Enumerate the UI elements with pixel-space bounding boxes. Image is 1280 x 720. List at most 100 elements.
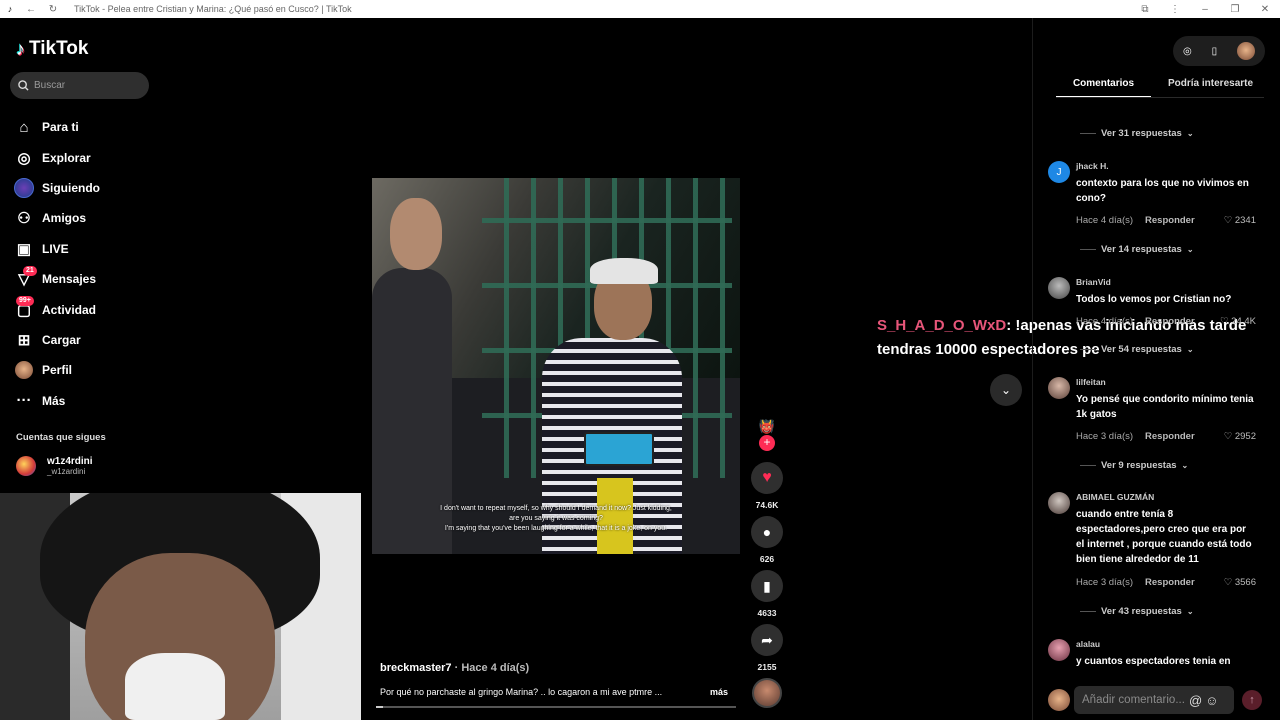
comment-like-button[interactable]: ♡ 24.4K (1220, 316, 1256, 327)
video-player[interactable]: I don't want to repeat myself, so why sh… (372, 178, 740, 554)
sidebar-item-perfil[interactable]: Perfil (14, 355, 100, 385)
follow-plus-icon[interactable]: + (759, 435, 775, 451)
view-replies-button[interactable]: Ver 14 respuestas ⌄ (1080, 244, 1194, 255)
mobile-icon[interactable]: ▯ (1212, 46, 1218, 57)
video-author[interactable]: breckmaster7 (380, 662, 452, 674)
comment-author[interactable]: ABIMAEL GUZMÁN (1076, 492, 1154, 502)
reply-button[interactable]: Responder (1145, 215, 1195, 226)
creator-avatar[interactable]: 👹 + (758, 418, 776, 451)
comment-like-button[interactable]: ♡ 2341 (1224, 215, 1256, 226)
sidebar-item-mensajes[interactable]: ▽ 21 Mensajes (14, 264, 100, 294)
comment-item: alalau y cuantos espectadores tenia en (1048, 639, 1258, 675)
following-account[interactable]: w1z4rdini _w1zardini (16, 456, 93, 476)
comment-like-count: 2952 (1234, 431, 1256, 442)
share-action[interactable]: ➦ 2155 (751, 624, 783, 672)
panel-tabs: Comentarios Podría interesarte (1056, 78, 1264, 98)
reply-button[interactable]: Responder (1145, 577, 1195, 588)
video-progress-bar[interactable] (376, 706, 736, 708)
sidebar-item-actividad[interactable]: ▢ 99+ Actividad (14, 294, 100, 324)
comment-avatar[interactable] (1048, 377, 1070, 399)
comment-author[interactable]: BrianVid (1076, 277, 1111, 287)
window-controls: ⧉ ⋮ – ❐ ✕ (1130, 0, 1280, 18)
compass-small-icon[interactable]: ◎ (1183, 46, 1192, 57)
sidebar-nav: ⌂ Para ti ◎ Explorar Siguiendo ⚇ Amigos … (14, 112, 100, 416)
webcam-overlay (0, 493, 361, 720)
author-separator: · (451, 662, 462, 674)
heart-outline-icon: ♡ (1220, 316, 1229, 327)
tiktok-logo[interactable]: ♪ TikTok (16, 38, 88, 60)
close-icon[interactable]: ✕ (1250, 4, 1280, 15)
replies-dash (1080, 465, 1096, 466)
chevron-down-icon: ⌄ (1186, 245, 1194, 254)
save-action[interactable]: ▮ 4633 (751, 570, 783, 618)
subtitle-line: I'm saying that you've been laughing for… (444, 525, 668, 532)
like-action[interactable]: ♥ 74.6K (751, 462, 783, 510)
sidebar-item-amigos[interactable]: ⚇ Amigos (14, 203, 100, 233)
minimize-icon[interactable]: – (1190, 4, 1220, 15)
sidebar-item-label: Más (42, 393, 66, 408)
tab-podria-interesarte[interactable]: Podría interesarte (1168, 78, 1253, 98)
sidebar-item-para-ti[interactable]: ⌂ Para ti (14, 112, 100, 142)
share-arrow-icon[interactable]: ➦ (751, 624, 783, 656)
composer-avatar (1048, 689, 1070, 711)
comment-time: Hace 4 día(s) (1076, 215, 1134, 226)
restore-icon[interactable]: ❐ (1220, 4, 1250, 15)
tab-underline (1056, 97, 1264, 98)
comment-author[interactable]: jhack H. (1076, 161, 1109, 171)
view-replies-button[interactable]: Ver 43 respuestas ⌄ (1080, 606, 1194, 617)
video-phone (584, 432, 654, 466)
following-avatar-icon (14, 177, 34, 198)
menu-dots-icon[interactable]: ⋮ (1160, 4, 1190, 15)
back-arrow-icon[interactable]: ← (24, 4, 38, 15)
video-progress-fill (376, 706, 384, 708)
comment-author[interactable]: alalau (1076, 639, 1100, 649)
replies-dash (1080, 611, 1096, 612)
heart-icon[interactable]: ♥ (751, 462, 783, 494)
comment-avatar[interactable] (1048, 277, 1070, 299)
comment-bubble-icon[interactable]: ● (751, 516, 783, 548)
reply-button[interactable]: Responder (1145, 431, 1195, 442)
comment-action[interactable]: ● 626 (751, 516, 783, 564)
comment-avatar[interactable]: J (1048, 161, 1070, 183)
user-avatar[interactable] (1237, 42, 1256, 60)
home-icon: ⌂ (19, 118, 29, 136)
like-count: 74.6K (755, 500, 779, 510)
sidebar-item-mas[interactable]: ··· Más (14, 386, 100, 416)
comment-item: J jhack H. contexto para los que no vivi… (1048, 161, 1258, 231)
emoji-icon[interactable]: ☺ (1205, 693, 1218, 708)
comment-input-box[interactable]: @ ☺ (1074, 686, 1234, 714)
scroll-down-button[interactable]: ⌄ (990, 374, 1022, 406)
view-replies-button[interactable]: Ver 31 respuestas ⌄ (1080, 128, 1194, 139)
sidebar-item-cargar[interactable]: ⊞ Cargar (14, 325, 100, 355)
comment-like-button[interactable]: ♡ 3566 (1224, 577, 1256, 588)
extensions-icon[interactable]: ⧉ (1130, 4, 1160, 15)
sidebar-item-siguiendo[interactable]: Siguiendo (14, 173, 100, 203)
comment-input[interactable] (1082, 694, 1186, 706)
comment-like-count: 24.4K (1231, 316, 1256, 327)
comment-author[interactable]: lilfeitan (1076, 377, 1106, 387)
comment-like-button[interactable]: ♡ 2952 (1224, 431, 1256, 442)
search-input[interactable] (34, 80, 144, 91)
sidebar-item-explorar[interactable]: ◎ Explorar (14, 142, 100, 172)
replies-dash (1080, 249, 1096, 250)
sidebar-item-live[interactable]: ▣ LIVE (14, 234, 100, 264)
chevron-down-icon: ⌄ (1186, 345, 1194, 354)
bookmark-icon[interactable]: ▮ (751, 570, 783, 602)
view-replies-button[interactable]: Ver 54 respuestas ⌄ (1080, 344, 1194, 355)
reply-button[interactable]: Responder (1145, 316, 1195, 327)
view-replies-button[interactable]: Ver 9 respuestas ⌄ (1080, 460, 1188, 471)
video-caption: Por qué no parchaste al gringo Marina? .… (380, 687, 663, 697)
caption-more-button[interactable]: más (710, 687, 728, 697)
search-box[interactable] (10, 72, 149, 99)
comment-avatar[interactable] (1048, 639, 1070, 661)
account-username: _w1zardini (47, 467, 86, 476)
sound-disc-avatar[interactable] (752, 678, 782, 708)
tab-comentarios[interactable]: Comentarios (1056, 78, 1151, 98)
mention-icon[interactable]: @ (1189, 693, 1202, 708)
comment-avatar[interactable] (1048, 492, 1070, 514)
send-comment-button[interactable]: ↑ (1242, 690, 1262, 710)
reload-icon[interactable]: ↻ (46, 4, 60, 15)
comment-text: y cuantos espectadores tenia en (1076, 656, 1231, 667)
chevron-down-icon: ⌄ (1181, 461, 1189, 470)
heart-outline-icon: ♡ (1223, 215, 1233, 226)
